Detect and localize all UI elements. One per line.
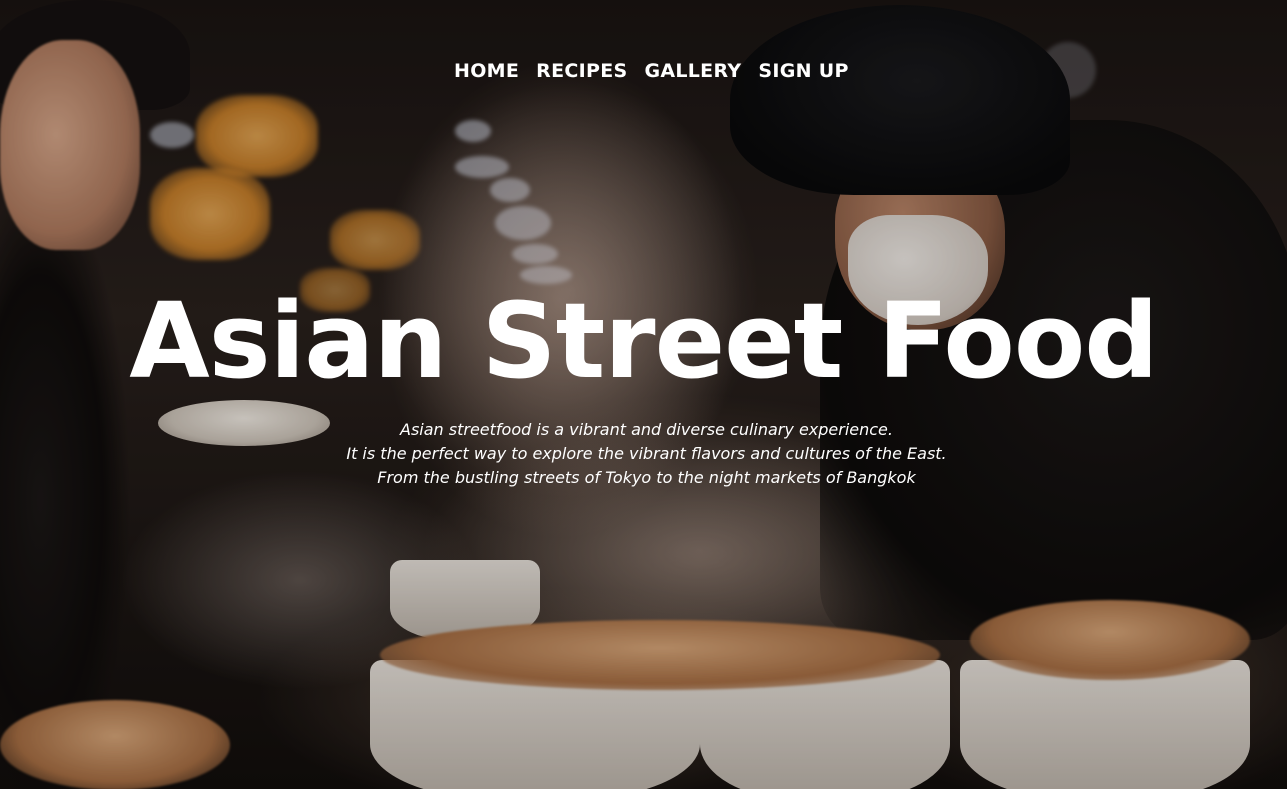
nav-home-link[interactable]: HOME	[454, 60, 519, 82]
hero-section: HOME RECIPES GALLERY SIGN UP Asian Stree…	[0, 0, 1287, 789]
nav-recipes-link[interactable]: RECIPES	[536, 60, 627, 82]
hero-description-line: It is the perfect way to explore the vib…	[346, 444, 947, 463]
nav-sign-up-link[interactable]: SIGN UP	[758, 60, 848, 82]
hero-description-line: From the bustling streets of Tokyo to th…	[377, 468, 916, 487]
hero-description: Asian streetfood is a vibrant and divers…	[0, 418, 1287, 490]
hero-title: Asian Street Food	[129, 280, 1159, 402]
hero-description-line: Asian streetfood is a vibrant and divers…	[400, 420, 893, 439]
nav-gallery-link[interactable]: GALLERY	[644, 60, 741, 82]
main-navigation: HOME RECIPES GALLERY SIGN UP	[454, 60, 849, 82]
